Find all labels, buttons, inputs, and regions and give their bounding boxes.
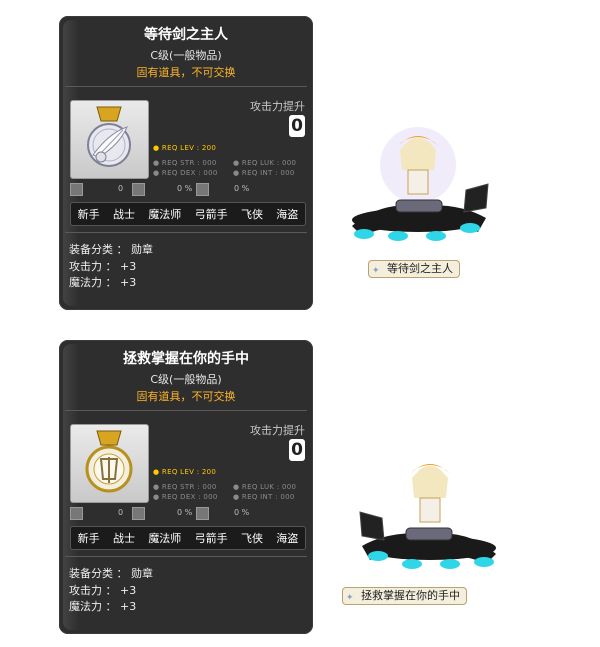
equip-category: 装备分类 ： 勋章 — [69, 567, 153, 580]
req-luk: ● REQ LUK : 000 — [233, 483, 297, 491]
enhance-icon — [196, 183, 209, 196]
job-archer: 弓箭手 — [194, 208, 228, 221]
stat-row: 0 0 % 0 % — [70, 507, 250, 521]
req-luk: ● REQ LUK : 000 — [233, 159, 297, 167]
item-icon-frame — [70, 100, 149, 179]
item-grade: C级(一般物品) — [150, 49, 222, 62]
wing-icon: ✦ — [346, 593, 354, 603]
attack-boost-value: 0 — [289, 439, 305, 461]
job-thief: 飞侠 — [240, 208, 263, 221]
character-name-tag-1: ✦ 等待剑之主人 — [368, 260, 460, 278]
feather-medal-icon — [87, 106, 131, 167]
character-name: 拯救掌握在你的手中 — [361, 589, 460, 602]
divider — [65, 556, 307, 557]
job-pirate: 海盗 — [276, 532, 299, 545]
job-beginner: 新手 — [77, 532, 100, 545]
job-magician: 魔法师 — [148, 208, 182, 221]
item-icon-frame — [70, 424, 149, 503]
job-list: 新手 战士 魔法师 弓箭手 飞侠 海盗 — [70, 202, 306, 226]
req-str: ● REQ STR : 000 — [153, 483, 217, 491]
magic-stat: 魔法力 ： +3 — [69, 276, 137, 289]
req-level: ● REQ LEV : 200 — [153, 144, 217, 152]
upgrade-slot-icon — [70, 183, 83, 196]
stat-value: 0 % — [177, 184, 193, 193]
divider — [65, 232, 307, 233]
job-warrior: 战士 — [112, 532, 135, 545]
divider — [65, 410, 307, 411]
potential-icon — [132, 183, 145, 196]
upgrade-slot-icon — [70, 507, 83, 520]
attack-stat: 攻击力 ： +3 — [69, 584, 137, 597]
potential-icon — [132, 507, 145, 520]
item-title: 等待剑之主人 — [144, 27, 228, 43]
attack-stat: 攻击力 ： +3 — [69, 260, 137, 273]
job-list: 新手 战士 魔法师 弓箭手 飞侠 海盗 — [70, 526, 306, 550]
item-tooltip-1: 等待剑之主人 C级(一般物品) 固有道具，不可交换 攻击力提升 0 ● REQ … — [59, 16, 313, 310]
req-str: ● REQ STR : 000 — [153, 159, 217, 167]
job-beginner: 新手 — [77, 208, 100, 221]
gold-shield-medal-icon — [85, 430, 133, 493]
attack-boost-label: 攻击力提升 — [250, 100, 305, 113]
job-thief: 飞侠 — [240, 532, 263, 545]
item-trade-status: 固有道具，不可交换 — [136, 390, 236, 403]
item-trade-status: 固有道具，不可交换 — [136, 66, 236, 79]
attack-boost-label: 攻击力提升 — [250, 424, 305, 437]
job-warrior: 战士 — [112, 208, 135, 221]
item-title: 拯救掌握在你的手中 — [123, 351, 249, 367]
job-archer: 弓箭手 — [194, 532, 228, 545]
stat-row: 0 0 % 0 % — [70, 183, 250, 197]
stat-value: 0 — [118, 508, 124, 517]
req-int: ● REQ INT : 000 — [233, 169, 295, 177]
req-level: ● REQ LEV : 200 — [153, 468, 217, 476]
stat-value: 0 % — [234, 184, 250, 193]
req-dex: ● REQ DEX : 000 — [153, 493, 218, 501]
enhance-icon — [196, 507, 209, 520]
character-on-panther-1 — [352, 127, 489, 241]
stat-value: 0 — [118, 184, 124, 193]
equip-category: 装备分类 ： 勋章 — [69, 243, 153, 256]
character-on-panther-2 — [359, 464, 496, 569]
item-grade: C级(一般物品) — [150, 373, 222, 386]
job-pirate: 海盗 — [276, 208, 299, 221]
character-name: 等待剑之主人 — [387, 262, 453, 275]
req-int: ● REQ INT : 000 — [233, 493, 295, 501]
stat-value: 0 % — [177, 508, 193, 517]
req-dex: ● REQ DEX : 000 — [153, 169, 218, 177]
character-name-tag-2: ✦ 拯救掌握在你的手中 — [342, 587, 467, 605]
job-magician: 魔法师 — [148, 532, 182, 545]
attack-boost-value: 0 — [289, 115, 305, 137]
item-tooltip-2: 拯救掌握在你的手中 C级(一般物品) 固有道具，不可交换 攻击力提升 0 ● R… — [59, 340, 313, 634]
divider — [65, 86, 307, 87]
wing-icon: ✦ — [372, 266, 380, 276]
stat-value: 0 % — [234, 508, 250, 517]
magic-stat: 魔法力 ： +3 — [69, 600, 137, 613]
